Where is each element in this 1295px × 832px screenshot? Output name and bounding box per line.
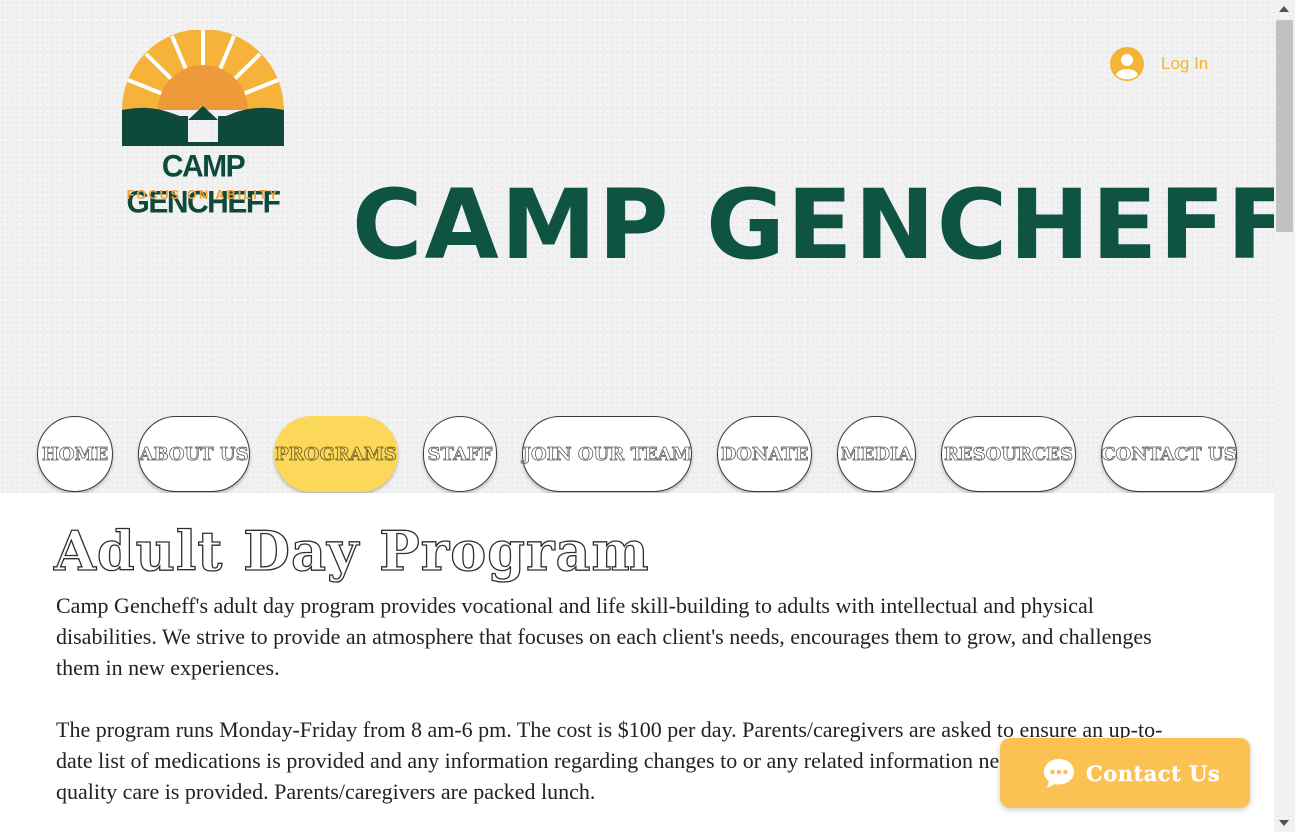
user-avatar-icon [1110,47,1144,81]
site-header: CAMP GENCHEFF FOCUS ON ABILITY CAMP GENC… [0,0,1295,494]
chat-bubble-icon [1044,759,1074,788]
scroll-up-arrow-icon[interactable] [1279,6,1289,12]
logo-tagline: FOCUS ON ABILITY [126,188,280,202]
nav-item-donate[interactable]: DONATE [717,416,812,492]
nav-item-about-us[interactable]: ABOUT US [138,416,250,492]
main-navigation: HOME ABOUT US PROGRAMS STAFF JOIN OUR TE… [0,416,1274,494]
nav-item-programs[interactable]: PROGRAMS [274,416,398,492]
login-button[interactable]: Log In [1110,46,1208,82]
intro-paragraph: Camp Gencheff's adult day program provid… [56,593,1152,680]
logo-title: CAMP GENCHEFF [126,149,282,220]
sunrise-logo-icon [122,30,284,146]
scroll-down-arrow-icon[interactable] [1279,820,1289,826]
scrollbar-thumb[interactable] [1276,20,1293,232]
login-label: Log In [1161,54,1209,73]
nav-item-media[interactable]: MEDIA [837,416,916,492]
contact-us-label: Contact Us [1086,760,1221,786]
camp-gencheff-logo[interactable]: CAMP GENCHEFF FOCUS ON ABILITY [86,30,320,220]
nav-item-resources[interactable]: RESOURCES [941,416,1076,492]
site-title: CAMP GENCHEFF [352,169,1295,281]
nav-item-contact-us[interactable]: CONTACT US [1101,416,1237,492]
nav-item-join-our-team[interactable]: JOIN OUR TEAM [522,416,692,492]
vertical-scrollbar[interactable] [1274,0,1295,832]
nav-item-staff[interactable]: STAFF [423,416,497,492]
nav-item-home[interactable]: HOME [37,416,113,492]
page-title: Adult Day Program [53,518,650,583]
contact-us-chat-button[interactable]: Contact Us [1000,738,1250,808]
